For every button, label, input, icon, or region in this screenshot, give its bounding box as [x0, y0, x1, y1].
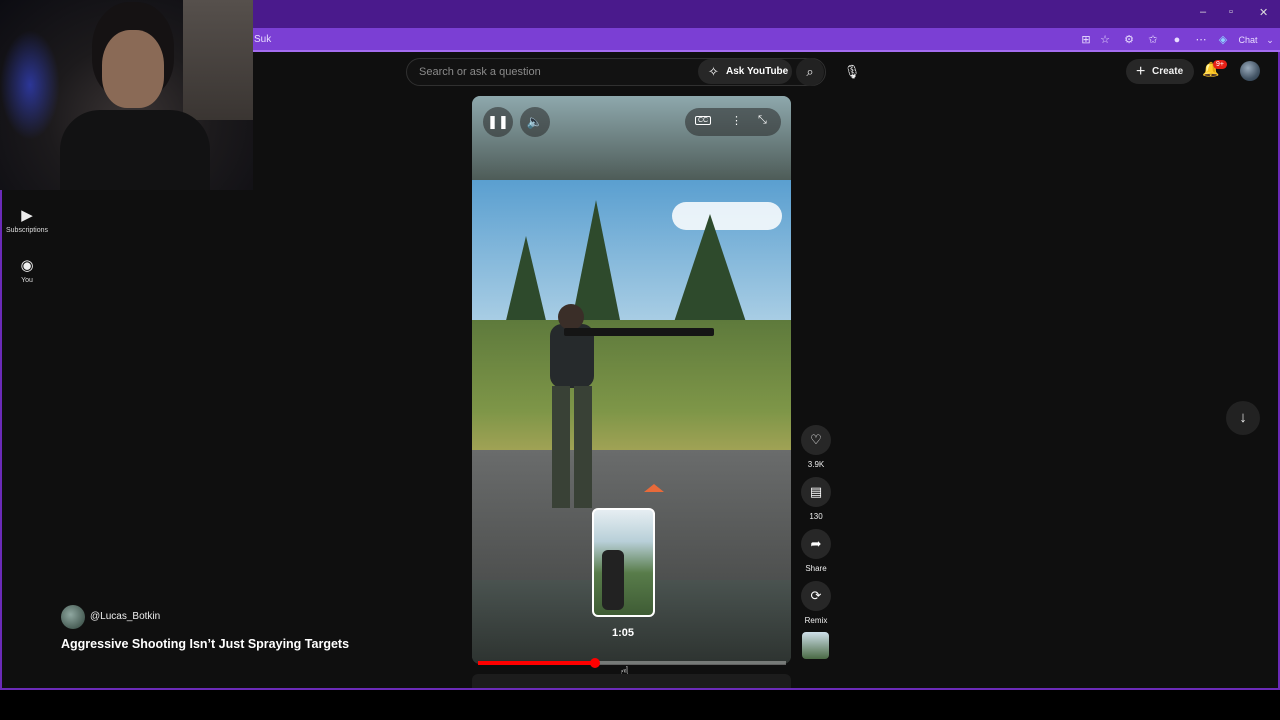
- plus-icon: +: [1136, 63, 1146, 80]
- webcam-overlay: [0, 0, 253, 190]
- share-button[interactable]: ➦ Share: [800, 529, 832, 573]
- scrub-preview-time: 1:05: [612, 627, 635, 639]
- volume-button[interactable]: 🔈: [520, 107, 550, 137]
- captions-icon[interactable]: CC: [695, 116, 712, 125]
- sidebar-item-label: You: [21, 277, 33, 284]
- remix-icon: ⟳: [801, 581, 831, 611]
- chevron-down-icon[interactable]: ⌄: [1262, 32, 1278, 48]
- channel-avatar[interactable]: [61, 605, 85, 629]
- sidebar-item-subscriptions[interactable]: ▶ Subscriptions: [2, 206, 52, 234]
- ask-youtube-label: Ask YouTube: [726, 66, 789, 77]
- action-label: Remix: [804, 616, 828, 625]
- player-settings-group: CC ⋮ ⤡: [685, 108, 781, 136]
- sidebar-item-you[interactable]: ◉ You: [2, 256, 52, 284]
- heart-icon: ♡: [801, 425, 831, 455]
- sparkle-icon: ✧: [708, 64, 719, 79]
- create-button[interactable]: + Create: [1126, 59, 1194, 84]
- progress-bar[interactable]: [478, 658, 786, 668]
- progress-scrubber-handle[interactable]: [590, 658, 601, 668]
- microphone-icon: 🎙: [843, 64, 861, 79]
- extensions-icon[interactable]: ⊞: [1078, 32, 1094, 48]
- comment-icon: ▤: [801, 477, 831, 507]
- favorites-icon[interactable]: ✩: [1145, 32, 1161, 48]
- progress-bar-played: [478, 661, 596, 665]
- favorite-star-icon[interactable]: ☆: [1097, 32, 1113, 48]
- action-label: 130: [809, 512, 823, 521]
- more-options-icon[interactable]: ⋮: [731, 114, 742, 127]
- short-title[interactable]: Aggressive Shooting Isn’t Just Spraying …: [61, 637, 349, 651]
- copilot-icon[interactable]: ◈: [1216, 32, 1230, 48]
- browser-extension-icon[interactable]: ⚙: [1121, 32, 1137, 48]
- search-icon: ⌕: [806, 64, 814, 79]
- like-button[interactable]: ♡ 3.9K: [800, 425, 832, 469]
- user-circle-icon: ◉: [20, 257, 34, 274]
- search-placeholder: Search or ask a question: [419, 66, 541, 78]
- speaker-icon: 🔈: [526, 114, 544, 129]
- arrow-down-icon: ↓: [1239, 409, 1247, 426]
- ask-youtube-button[interactable]: ✧ Ask YouTube: [698, 59, 792, 84]
- pause-button[interactable]: ❚❚: [483, 107, 513, 137]
- create-label: Create: [1152, 66, 1184, 77]
- action-label: 3.9K: [807, 460, 825, 469]
- profile-icon[interactable]: ●: [1169, 32, 1185, 48]
- account-avatar[interactable]: [1240, 61, 1260, 81]
- more-menu-icon[interactable]: ⋯: [1193, 32, 1209, 48]
- remix-sound-thumbnail[interactable]: [802, 632, 829, 659]
- notification-badge: 9+: [1213, 60, 1227, 69]
- close-window-button[interactable]: ✕: [1259, 6, 1268, 19]
- scrub-preview-thumbnail: [592, 508, 655, 617]
- next-short-button[interactable]: ↓: [1226, 401, 1260, 435]
- search-button[interactable]: ⌕: [796, 58, 824, 86]
- comments-button[interactable]: ▤ 130: [800, 477, 832, 521]
- next-short-peek: [472, 674, 791, 688]
- restore-button[interactable]: ▫: [1229, 6, 1233, 18]
- subscriptions-icon: ▶: [21, 207, 33, 224]
- chat-button[interactable]: Chat: [1236, 32, 1260, 48]
- sidebar-item-label: Subscriptions: [5, 227, 49, 234]
- action-label: Share: [805, 564, 827, 573]
- browser-tab-title[interactable]: Suk: [254, 34, 271, 45]
- share-arrow-icon: ➦: [801, 529, 831, 559]
- voice-search-button[interactable]: 🎙: [838, 58, 866, 86]
- fullscreen-icon[interactable]: ⤡: [758, 114, 767, 127]
- pause-icon: ❚❚: [487, 114, 509, 129]
- minimize-button[interactable]: –: [1200, 6, 1206, 18]
- remix-button[interactable]: ⟳ Remix: [800, 581, 832, 625]
- channel-name[interactable]: @Lucas_Botkin: [90, 611, 160, 622]
